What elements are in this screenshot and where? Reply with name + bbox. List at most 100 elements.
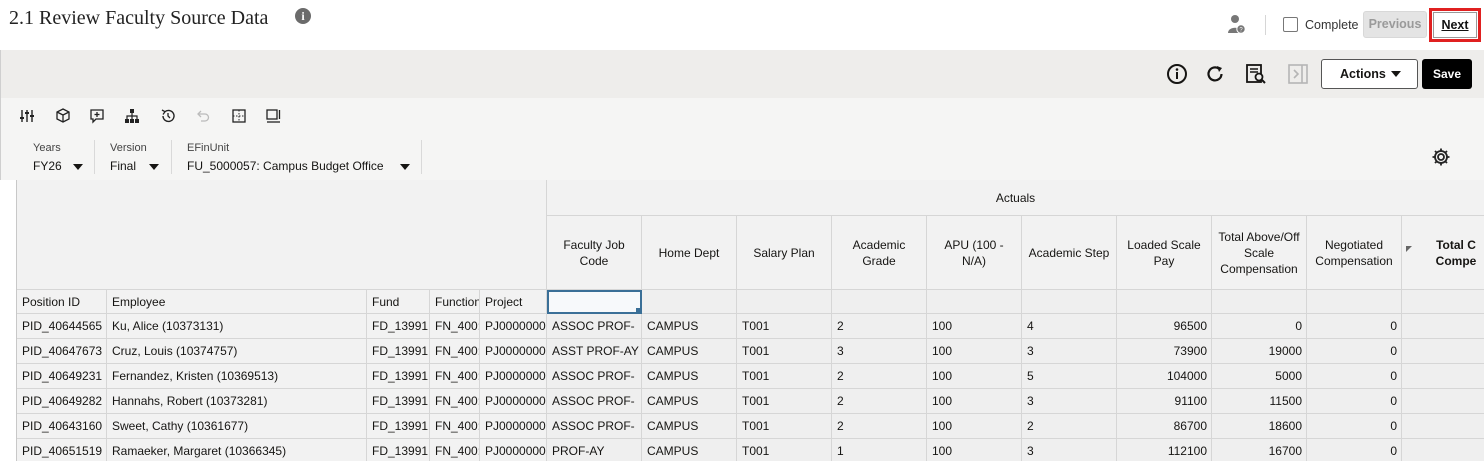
row-header-employee[interactable]: Ramaeker, Margaret (10366345): [107, 439, 367, 461]
cell-apu[interactable]: 100: [927, 339, 1022, 364]
cell-academic-grade[interactable]: 2: [832, 314, 927, 339]
cell-total-above-off-scale[interactable]: 16700: [1212, 439, 1307, 461]
row-header-project[interactable]: PJ0000000 :: [480, 439, 547, 461]
panel-toggle-icon[interactable]: [1287, 63, 1309, 85]
cell-negotiated-compensation[interactable]: 0: [1307, 389, 1402, 414]
search-form-icon[interactable]: [1245, 63, 1267, 85]
row-header-function[interactable]: FN_400:: [430, 314, 480, 339]
blank-cell[interactable]: [1022, 290, 1117, 314]
layout-icon[interactable]: [266, 108, 282, 124]
fill-handle[interactable]: [636, 308, 640, 312]
cell-loaded-scale-pay[interactable]: 91100: [1117, 389, 1212, 414]
row-header-project[interactable]: PJ0000000 :: [480, 364, 547, 389]
cell-total-compensation[interactable]: [1402, 339, 1484, 364]
cell-apu[interactable]: 100: [927, 364, 1022, 389]
cell-total-compensation[interactable]: [1402, 314, 1484, 339]
row-header-position-id[interactable]: PID_40649282: [17, 389, 107, 414]
cell-apu[interactable]: 100: [927, 389, 1022, 414]
years-value[interactable]: FY26: [33, 159, 62, 173]
chevron-down-icon[interactable]: [149, 164, 159, 170]
col-header-apu[interactable]: APU (100 - N/A): [927, 216, 1022, 290]
cell-home-dept[interactable]: CAMPUS: [642, 314, 737, 339]
blank-cell[interactable]: [642, 290, 737, 314]
row-header-position-id[interactable]: PID_40644565: [17, 314, 107, 339]
cell-home-dept[interactable]: CAMPUS: [642, 439, 737, 461]
row-header-employee[interactable]: Fernandez, Kristen (10369513): [107, 364, 367, 389]
cube-icon[interactable]: [55, 108, 71, 124]
blank-cell[interactable]: [1402, 290, 1484, 314]
entity-value[interactable]: FU_5000057: Campus Budget Office: [187, 159, 384, 173]
cell-home-dept[interactable]: CAMPUS: [642, 414, 737, 439]
info-icon[interactable]: i: [295, 8, 311, 24]
row-dim-header-fund[interactable]: Fund: [367, 290, 430, 314]
cell-negotiated-compensation[interactable]: 0: [1307, 364, 1402, 389]
refresh-icon[interactable]: [1204, 63, 1226, 85]
col-header-total-compensation[interactable]: Total C Compe: [1402, 216, 1484, 290]
cell-academic-step[interactable]: 3: [1022, 339, 1117, 364]
row-header-project[interactable]: PJ0000000 :: [480, 314, 547, 339]
cell-salary-plan[interactable]: T001: [737, 389, 832, 414]
row-header-position-id[interactable]: PID_40643160: [17, 414, 107, 439]
cell-faculty-job-code[interactable]: ASSOC PROF-: [547, 314, 642, 339]
row-header-fund[interactable]: FD_13991:: [367, 314, 430, 339]
cell-total-above-off-scale[interactable]: 5000: [1212, 364, 1307, 389]
cell-total-above-off-scale[interactable]: 11500: [1212, 389, 1307, 414]
cell-faculty-job-code[interactable]: ASSOC PROF-: [547, 389, 642, 414]
previous-button[interactable]: Previous: [1363, 11, 1427, 38]
cell-loaded-scale-pay[interactable]: 73900: [1117, 339, 1212, 364]
row-header-employee[interactable]: Hannahs, Robert (10373281): [107, 389, 367, 414]
cell-academic-grade[interactable]: 2: [832, 414, 927, 439]
row-header-position-id[interactable]: PID_40649231: [17, 364, 107, 389]
cell-academic-step[interactable]: 3: [1022, 389, 1117, 414]
cell-loaded-scale-pay[interactable]: 112100: [1117, 439, 1212, 461]
cell-negotiated-compensation[interactable]: 0: [1307, 314, 1402, 339]
chevron-down-icon[interactable]: [73, 164, 83, 170]
row-header-fund[interactable]: FD_13991:: [367, 339, 430, 364]
col-header-faculty-job-code[interactable]: Faculty Job Code: [547, 216, 642, 290]
cell-faculty-job-code[interactable]: ASST PROF-AY: [547, 339, 642, 364]
chevron-down-icon[interactable]: [400, 164, 410, 170]
cell-academic-step[interactable]: 5: [1022, 364, 1117, 389]
sliders-icon[interactable]: [19, 108, 35, 124]
actions-menu-button[interactable]: Actions: [1321, 59, 1418, 89]
cell-faculty-job-code[interactable]: ASSOC PROF-: [547, 414, 642, 439]
blank-cell[interactable]: [927, 290, 1022, 314]
row-dim-header-position-id[interactable]: Position ID: [17, 290, 107, 314]
cell-faculty-job-code[interactable]: PROF-AY: [547, 439, 642, 461]
row-header-function[interactable]: FN_400:: [430, 414, 480, 439]
comment-icon[interactable]: [89, 108, 105, 124]
cell-academic-grade[interactable]: 2: [832, 389, 927, 414]
row-header-function[interactable]: FN_400:: [430, 389, 480, 414]
cell-home-dept[interactable]: CAMPUS: [642, 389, 737, 414]
row-header-fund[interactable]: FD_13991:: [367, 414, 430, 439]
cell-negotiated-compensation[interactable]: 0: [1307, 414, 1402, 439]
row-header-position-id[interactable]: PID_40651519: [17, 439, 107, 461]
cell-negotiated-compensation[interactable]: 0: [1307, 439, 1402, 461]
cell-loaded-scale-pay[interactable]: 86700: [1117, 414, 1212, 439]
row-header-employee[interactable]: Cruz, Louis (10374757): [107, 339, 367, 364]
cell-academic-step[interactable]: 3: [1022, 439, 1117, 461]
cell-negotiated-compensation[interactable]: 0: [1307, 339, 1402, 364]
cell-total-compensation[interactable]: 1: [1402, 364, 1484, 389]
row-header-employee[interactable]: Ku, Alice (10373131): [107, 314, 367, 339]
cell-academic-grade[interactable]: 2: [832, 364, 927, 389]
blank-cell[interactable]: [737, 290, 832, 314]
selected-cell[interactable]: [547, 290, 642, 314]
cell-total-above-off-scale[interactable]: 19000: [1212, 339, 1307, 364]
row-dim-header-project[interactable]: Project: [480, 290, 547, 314]
cell-academic-step[interactable]: 4: [1022, 314, 1117, 339]
cell-total-compensation[interactable]: 1: [1402, 389, 1484, 414]
row-header-function[interactable]: FN_400:: [430, 364, 480, 389]
gear-icon[interactable]: [1431, 147, 1451, 167]
cell-total-above-off-scale[interactable]: 0: [1212, 314, 1307, 339]
blank-cell[interactable]: [1212, 290, 1307, 314]
grid-view-icon[interactable]: [231, 108, 247, 124]
complete-checkbox[interactable]: [1283, 17, 1298, 32]
version-value[interactable]: Final: [110, 159, 136, 173]
cell-loaded-scale-pay[interactable]: 96500: [1117, 314, 1212, 339]
row-header-project[interactable]: PJ0000000 :: [480, 414, 547, 439]
cell-salary-plan[interactable]: T001: [737, 314, 832, 339]
col-header-negotiated-compensation[interactable]: Negotiated Compensation: [1307, 216, 1402, 290]
blank-cell[interactable]: [1307, 290, 1402, 314]
cell-loaded-scale-pay[interactable]: 104000: [1117, 364, 1212, 389]
